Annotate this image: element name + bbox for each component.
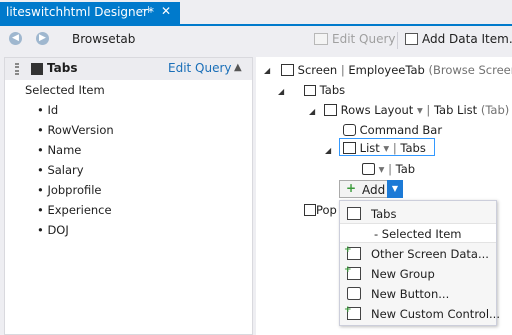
designer-toolbar: ◀ ▶ Browsetab Edit Query Add Data Item..…	[0, 28, 512, 53]
menu-item-label: - Selected Item	[374, 227, 462, 241]
data-member-header[interactable]: Tabs Edit Query ▲	[5, 58, 252, 80]
close-icon[interactable]: ✕	[161, 4, 171, 18]
field-label: RowVersion	[47, 123, 114, 137]
chevron-down-icon[interactable]: ▾	[379, 162, 385, 176]
tab-control-icon	[362, 163, 375, 175]
chevron-down-icon[interactable]: ▼	[387, 180, 403, 198]
tabs-label: Tabs	[319, 83, 346, 97]
popups-label: Pop	[316, 203, 337, 217]
tree-node-screen[interactable]: Screen | EmployeeTab (Browse Screen)	[281, 63, 512, 77]
drag-grip-icon[interactable]	[15, 63, 19, 75]
menu-item-new-custom-control[interactable]: + New Custom Control...	[340, 304, 500, 324]
field-item[interactable]: • Jobprofile	[37, 183, 102, 197]
edit-query-link[interactable]: Edit Query	[168, 61, 232, 75]
rows-layout-name: Tab List	[433, 103, 478, 117]
menu-item-new-button[interactable]: New Button...	[340, 284, 496, 304]
edit-query-button[interactable]: Edit Query	[314, 32, 396, 46]
field-label: Salary	[47, 163, 84, 177]
field-item[interactable]: • Name	[37, 143, 81, 157]
command-bar-icon	[343, 124, 356, 136]
rows-layout-label: Rows Layout	[340, 103, 414, 117]
add-data-item-icon	[405, 33, 418, 45]
edit-query-icon	[314, 33, 328, 45]
document-tab-strip: liteswitchhtml Designer* ⊣ ✕	[0, 0, 512, 26]
expand-triangle-icon[interactable]: ◢	[325, 146, 331, 155]
data-members-panel: Tabs Edit Query ▲ Selected Item • Id • R…	[4, 57, 253, 335]
popup-icon	[304, 204, 316, 216]
plus-icon: +	[344, 305, 352, 315]
menu-item-label: New Custom Control...	[371, 307, 500, 321]
field-label: Id	[47, 103, 59, 117]
collection-icon	[31, 63, 43, 75]
document-tab-title: liteswitchhtml Designer*	[6, 5, 154, 19]
list-label: List	[359, 141, 380, 155]
designer-document-tab[interactable]: liteswitchhtml Designer* ⊣ ✕	[0, 2, 180, 24]
field-label: Experience	[47, 203, 112, 217]
rows-layout-icon	[324, 104, 337, 116]
rows-layout-type: (Tab)	[480, 103, 510, 117]
chevron-down-icon[interactable]: ▾	[417, 103, 423, 117]
list-icon	[343, 142, 356, 154]
field-item[interactable]: • DOJ	[37, 223, 69, 237]
screen-name: EmployeeTab	[348, 63, 425, 77]
button-icon	[347, 287, 361, 300]
list-name: Tabs	[400, 141, 426, 155]
folder-icon	[304, 85, 316, 96]
field-item[interactable]: • Experience	[37, 203, 112, 217]
chevron-down-icon[interactable]: ▾	[383, 141, 389, 155]
field-item[interactable]: • RowVersion	[37, 123, 114, 137]
add-data-item-label: Add Data Item...	[422, 32, 512, 46]
menu-item-selected-item[interactable]: - Selected Item	[340, 223, 496, 243]
field-label: DOJ	[47, 223, 69, 237]
forward-icon[interactable]: ▶	[36, 32, 49, 45]
screen-icon	[281, 64, 294, 76]
edit-query-label: Edit Query	[332, 32, 396, 46]
collapse-icon[interactable]: ▲	[234, 62, 242, 73]
tree-node-command-bar[interactable]: Command Bar	[343, 123, 442, 137]
menu-item-tabs[interactable]: Tabs	[340, 204, 496, 224]
field-item[interactable]: • Id	[37, 103, 58, 117]
add-label: Add	[362, 183, 386, 197]
pin-icon[interactable]: ⊣	[141, 5, 150, 16]
command-bar-label: Command Bar	[359, 123, 443, 137]
toolbar-divider	[397, 32, 398, 49]
screen-type: (Browse Screen)	[428, 63, 512, 77]
menu-item-label: Other Screen Data...	[371, 247, 489, 261]
menu-item-label: New Group	[371, 267, 435, 281]
list-icon	[347, 207, 361, 220]
collection-title: Tabs	[47, 61, 78, 75]
plus-icon: +	[344, 265, 352, 275]
tree-node-popups[interactable]: Pop	[304, 203, 337, 217]
menu-item-new-group[interactable]: + New Group	[340, 264, 496, 284]
tree-node-list[interactable]: List ▾ | Tabs	[343, 141, 426, 155]
field-label: Name	[47, 143, 82, 157]
tree-node-tabs[interactable]: Tabs	[304, 83, 345, 97]
screen-label: Screen	[297, 63, 338, 77]
menu-item-label: Tabs	[371, 207, 397, 221]
back-icon[interactable]: ◀	[9, 32, 22, 45]
menu-item-label: New Button...	[371, 287, 450, 301]
menu-item-other-screen-data[interactable]: + Other Screen Data...	[340, 244, 496, 264]
plus-icon: +	[344, 245, 352, 255]
tab-child-label: Tab	[395, 162, 416, 176]
expand-triangle-icon[interactable]: ◢	[264, 66, 270, 75]
expand-triangle-icon[interactable]: ◢	[278, 87, 284, 96]
add-data-item-button[interactable]: Add Data Item...	[405, 32, 512, 46]
field-label: Jobprofile	[47, 183, 102, 197]
tree-node-rows-layout[interactable]: Rows Layout ▾ | Tab List (Tab)	[324, 103, 509, 117]
expand-triangle-icon[interactable]: ◢	[309, 107, 315, 116]
screen-title: Browsetab	[72, 32, 136, 46]
plus-icon: +	[346, 181, 357, 195]
field-item[interactable]: • Salary	[37, 163, 84, 177]
selected-item-node[interactable]: Selected Item	[25, 83, 105, 97]
tree-node-tab[interactable]: ▾ | Tab	[362, 162, 415, 176]
add-button[interactable]: + Add ▼	[339, 180, 403, 198]
add-dropdown-menu: Tabs - Selected Item + Other Screen Data…	[339, 200, 500, 326]
